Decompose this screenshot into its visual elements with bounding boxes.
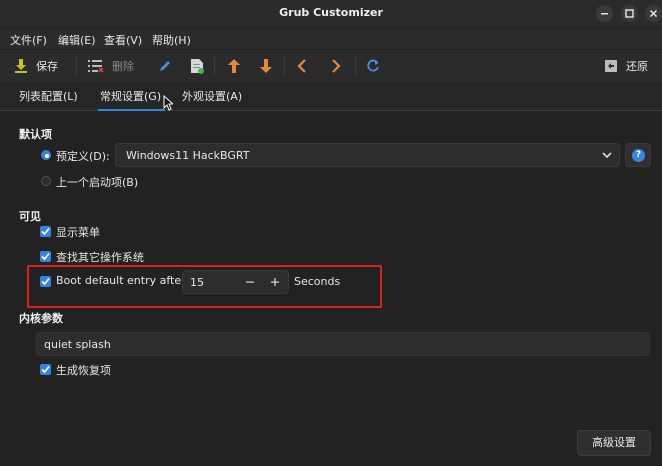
grub-customizer-window: Grub Customizer 文件(F) 编辑(E) 查看(V) 帮助(H) … (0, 0, 662, 466)
revert-label: 还原 (626, 60, 648, 73)
remove-label: 删除 (112, 60, 134, 73)
toolbar-separator (214, 57, 215, 75)
new-entry-button[interactable] (190, 50, 204, 82)
kernel-params-field[interactable] (36, 332, 650, 356)
visibility-section-title: 可见 (19, 210, 41, 223)
move-right-button[interactable] (331, 50, 341, 82)
tab-bar: 列表配置(L) 常规设置(G) 外观设置(A) (0, 82, 662, 111)
tab-list-config[interactable]: 列表配置(L) (19, 88, 78, 104)
recovery-label: 生成恢复项 (56, 364, 111, 377)
checkmark-icon (41, 365, 50, 374)
toolbar: 保存 删除 还原 (0, 50, 662, 82)
help-icon: ? (632, 149, 645, 162)
revert-button[interactable]: 还原 (604, 50, 648, 82)
recovery-checkbox[interactable] (40, 364, 51, 375)
previous-entry-label: 上一个启动项(B) (56, 176, 139, 189)
new-entry-icon (191, 59, 204, 74)
move-down-button[interactable] (259, 50, 273, 82)
save-label: 保存 (36, 60, 58, 73)
edit-icon (160, 61, 170, 71)
tab-general-settings[interactable]: 常规设置(G) (97, 88, 166, 111)
show-menu-checkbox[interactable] (40, 226, 51, 237)
checkmark-icon (41, 227, 50, 236)
save-button[interactable]: 保存 (14, 50, 58, 82)
look-other-os-label: 查找其它操作系统 (56, 251, 144, 264)
predefined-radio[interactable] (41, 150, 51, 160)
remove-list-icon (88, 60, 104, 73)
predefined-label: 预定义(D): (56, 150, 110, 163)
maximize-button[interactable] (621, 5, 638, 22)
move-right-icon (332, 59, 341, 73)
title-bar: Grub Customizer (0, 0, 662, 28)
window-title: Grub Customizer (279, 6, 383, 19)
close-icon (649, 9, 658, 18)
move-left-button[interactable] (297, 50, 307, 82)
default-entry-value: Windows11 HackBGRT (126, 149, 250, 162)
move-down-icon (260, 59, 272, 73)
previous-entry-radio[interactable] (41, 176, 51, 186)
default-section-title: 默认项 (19, 128, 52, 141)
menu-file[interactable]: 文件(F) (10, 32, 47, 48)
move-left-icon (297, 59, 306, 73)
look-other-os-checkbox[interactable] (40, 251, 51, 262)
kernel-params-input[interactable] (44, 337, 634, 351)
tab-appearance-settings[interactable]: 外观设置(A) (182, 88, 242, 104)
advanced-settings-button[interactable]: 高级设置 (577, 430, 651, 456)
maximize-icon (625, 9, 634, 18)
menu-help[interactable]: 帮助(H) (152, 32, 191, 48)
toolbar-separator (76, 57, 77, 75)
help-button[interactable]: ? (625, 143, 651, 167)
toolbar-separator (355, 57, 356, 75)
move-up-icon (228, 59, 240, 73)
close-button[interactable] (645, 5, 662, 22)
edit-button[interactable] (158, 50, 172, 82)
menu-edit[interactable]: 编辑(E) (58, 32, 96, 48)
menu-view[interactable]: 查看(V) (104, 32, 142, 48)
minimize-icon (601, 13, 608, 15)
toolbar-separator (284, 57, 285, 75)
revert-icon (605, 60, 617, 72)
refresh-button[interactable] (366, 50, 380, 82)
refresh-icon (367, 59, 379, 72)
move-up-button[interactable] (227, 50, 241, 82)
menu-bar: 文件(F) 编辑(E) 查看(V) 帮助(H) (0, 29, 662, 49)
chevron-down-icon (602, 152, 612, 159)
annotation-highlight-box (27, 265, 382, 308)
checkmark-icon (41, 252, 50, 261)
default-entry-combobox[interactable]: Windows11 HackBGRT (115, 143, 620, 167)
minimize-button[interactable] (596, 5, 613, 22)
mouse-pointer-icon (163, 95, 173, 111)
save-icon (15, 59, 27, 73)
show-menu-label: 显示菜单 (56, 226, 100, 239)
remove-button[interactable]: 删除 (88, 50, 134, 82)
kernel-section-title: 内核参数 (19, 312, 63, 325)
